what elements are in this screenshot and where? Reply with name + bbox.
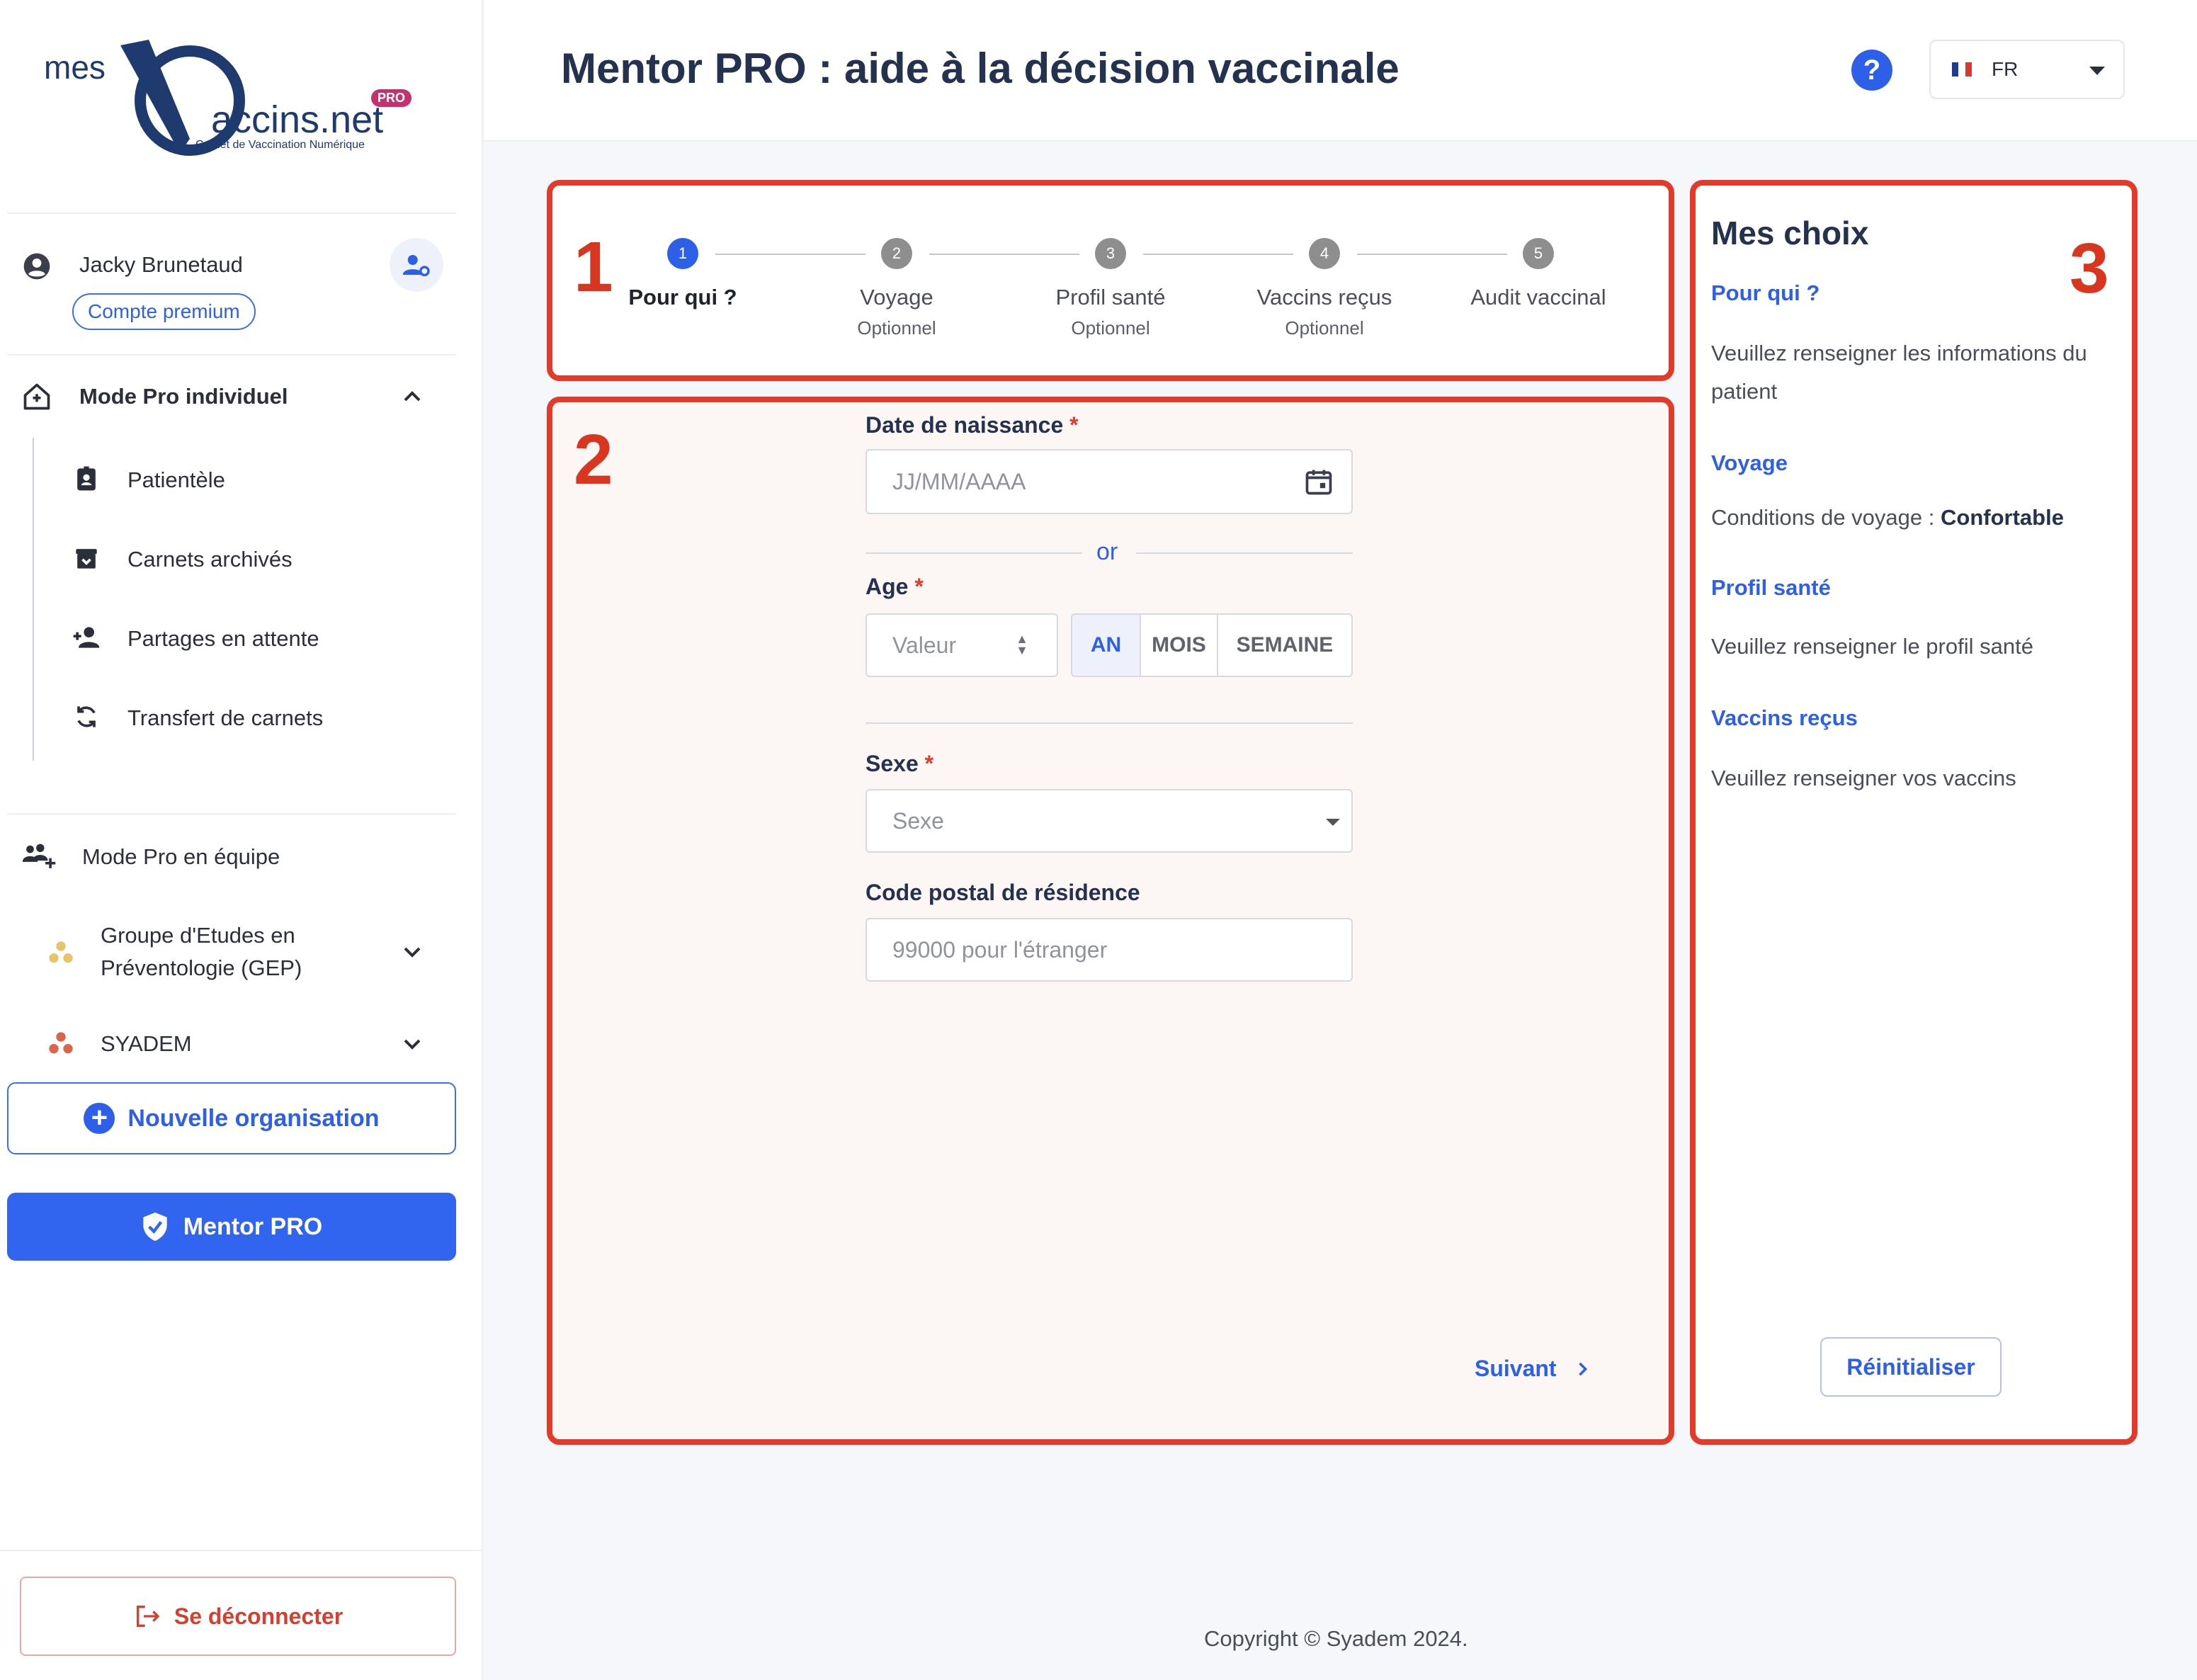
sidebar-item-partages[interactable]: Partages en attente xyxy=(71,620,453,656)
mode-equipe-label: Mode Pro en équipe xyxy=(82,844,280,869)
new-organization-button[interactable]: + Nouvelle organisation xyxy=(7,1082,456,1154)
user-name: Jacky Brunetaud xyxy=(79,252,243,277)
sidebar: mes accins.net PRO Carnet de Vaccination… xyxy=(0,0,483,1680)
annotation-box-2 xyxy=(547,397,1674,1445)
org-gep[interactable]: Groupe d'Etudes en Préventologie (GEP) xyxy=(0,918,453,986)
premium-badge[interactable]: Compte premium xyxy=(72,293,256,330)
logout-button[interactable]: Se déconnecter xyxy=(20,1577,456,1656)
sidebar-item-label: Patientèle xyxy=(127,467,225,492)
annotation-box-1 xyxy=(547,180,1674,381)
sidebar-item-label: Partages en attente xyxy=(127,626,319,651)
caret-down-icon xyxy=(2089,67,2105,75)
shield-check-icon xyxy=(143,1213,167,1241)
logo-pro-badge: PRO xyxy=(371,89,412,107)
mentor-pro-label: Mentor PRO xyxy=(183,1213,323,1240)
language-value: FR xyxy=(1992,58,2019,80)
top-header: Mentor PRO : aide à la décision vaccinal… xyxy=(484,0,2197,142)
account-circle-icon xyxy=(23,253,50,280)
language-select[interactable]: FR xyxy=(1929,40,2125,99)
french-flag-icon xyxy=(1952,62,1972,76)
help-button[interactable]: ? xyxy=(1851,50,1892,91)
org-name-line2: Préventologie (GEP) xyxy=(101,955,302,980)
org-name-line1: Groupe d'Etudes en xyxy=(101,923,295,948)
team-add-icon xyxy=(22,844,56,868)
footer-copyright: Copyright © Syadem 2024. xyxy=(1204,1626,1468,1651)
mesvaccins-logo[interactable]: mes accins.net PRO Carnet de Vaccination… xyxy=(41,27,424,161)
mode-individuel-toggle[interactable]: Mode Pro individuel xyxy=(0,380,453,414)
chevron-up-icon[interactable] xyxy=(398,382,426,411)
home-plus-icon xyxy=(23,383,50,410)
sidebar-item-label: Carnets archivés xyxy=(127,547,293,572)
org-dots-icon xyxy=(49,1032,73,1054)
page-title: Mentor PRO : aide à la décision vaccinal… xyxy=(561,45,1400,92)
chevron-down-icon[interactable] xyxy=(398,938,426,966)
mode-individuel-label: Mode Pro individuel xyxy=(79,384,288,409)
tree-line xyxy=(33,438,34,761)
annotation-box-3 xyxy=(1690,180,2138,1445)
org-name-line1: SYADEM xyxy=(101,1031,192,1056)
annotation-number: 1 xyxy=(574,227,613,307)
sidebar-item-patientele[interactable]: Patientèle xyxy=(71,462,453,497)
user-settings-button[interactable] xyxy=(390,238,443,292)
divider xyxy=(7,354,456,356)
sidebar-item-transfert[interactable]: Transfert de carnets xyxy=(71,700,453,735)
annotation-number: 3 xyxy=(2070,229,2109,308)
mentor-pro-button[interactable]: Mentor PRO xyxy=(7,1193,456,1261)
divider xyxy=(7,813,456,815)
mode-equipe[interactable]: Mode Pro en équipe xyxy=(0,839,453,874)
logo-subtitle: Carnet de Vaccination Numérique xyxy=(195,139,365,151)
id-badge-icon xyxy=(77,466,96,491)
plus-icon: + xyxy=(84,1103,115,1134)
new-organization-label: Nouvelle organisation xyxy=(127,1104,380,1132)
sync-icon xyxy=(77,706,96,727)
org-syadem[interactable]: SYADEM xyxy=(0,1026,453,1061)
logo-vaccins: accins.net xyxy=(211,98,384,141)
user-gear-icon xyxy=(402,255,430,277)
logout-label: Se déconnecter xyxy=(174,1603,344,1629)
divider xyxy=(7,212,456,214)
divider xyxy=(0,1550,483,1551)
sidebar-item-label: Transfert de carnets xyxy=(127,705,324,730)
person-add-icon xyxy=(73,627,100,648)
annotation-number: 2 xyxy=(574,420,613,499)
org-dots-icon xyxy=(49,941,73,963)
sidebar-item-carnets-archives[interactable]: Carnets archivés xyxy=(71,541,453,577)
chevron-down-icon[interactable] xyxy=(398,1030,426,1058)
logout-icon xyxy=(136,1606,160,1627)
logo-mes: mes xyxy=(44,49,106,86)
archive-icon xyxy=(76,549,97,569)
